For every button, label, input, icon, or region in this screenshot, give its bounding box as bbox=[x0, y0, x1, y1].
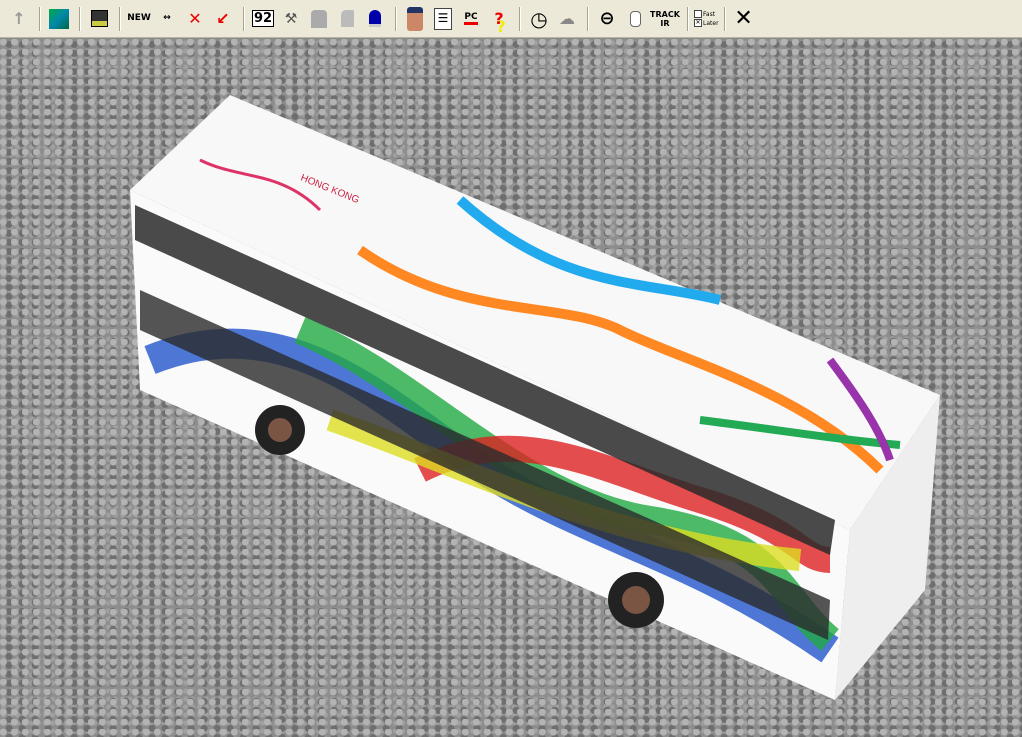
separator bbox=[395, 6, 397, 31]
pointer-button[interactable]: ↙ bbox=[210, 6, 236, 32]
close-button[interactable]: ✕ bbox=[731, 6, 757, 32]
checkbox-label: Fast bbox=[703, 10, 716, 18]
wrench-icon: ⚒ bbox=[284, 10, 298, 27]
new-vehicle-button[interactable]: NEW bbox=[126, 6, 152, 32]
trackir-icon: TRACK IR bbox=[650, 9, 680, 28]
3d-viewport[interactable]: HONG KONG bbox=[0, 39, 1022, 737]
clock-button[interactable]: ◷ bbox=[526, 6, 552, 32]
close-icon: ✕ bbox=[734, 6, 753, 31]
weather-button[interactable]: ☁ bbox=[554, 6, 580, 32]
weather-icon: ☁ bbox=[559, 9, 575, 28]
steering-wheel-icon: ⊖ bbox=[599, 8, 615, 29]
separator bbox=[243, 6, 245, 31]
steering-wheel-button[interactable]: ⊖ bbox=[594, 6, 620, 32]
separator bbox=[687, 6, 689, 31]
separator bbox=[119, 6, 121, 31]
checkbox-later[interactable]: ✕ Later bbox=[694, 19, 719, 28]
separator bbox=[587, 6, 589, 31]
number-edit-button[interactable]: 92 bbox=[250, 6, 276, 32]
pc-swap-icon: PC bbox=[464, 12, 478, 25]
separator bbox=[79, 6, 81, 31]
move-vehicle-button[interactable]: ↔ bbox=[154, 6, 180, 32]
bell-button[interactable] bbox=[362, 6, 388, 32]
mouse-icon bbox=[629, 10, 641, 27]
move-vehicle-icon: ↔ bbox=[163, 13, 171, 23]
chip-button[interactable] bbox=[306, 6, 332, 32]
separator bbox=[519, 6, 521, 31]
driver-button[interactable] bbox=[402, 6, 428, 32]
up-arrow-icon: ↑ bbox=[12, 9, 26, 28]
bell-icon bbox=[369, 10, 381, 27]
option-checkboxes: Fast ✕ Later bbox=[694, 10, 719, 28]
driver-icon bbox=[407, 6, 423, 31]
map-button[interactable] bbox=[46, 6, 72, 32]
delete-vehicle-icon: ✕ bbox=[188, 9, 202, 28]
delete-vehicle-button[interactable]: ✕ bbox=[182, 6, 208, 32]
checkbox-label: Later bbox=[703, 19, 719, 27]
pc-swap-button[interactable]: PC bbox=[458, 6, 484, 32]
new-vehicle-icon: NEW bbox=[127, 13, 151, 23]
mouse-button[interactable] bbox=[622, 6, 648, 32]
document-icon: ☰ bbox=[434, 7, 452, 30]
pointer-arrow-icon: ↙ bbox=[216, 9, 230, 28]
separator bbox=[39, 6, 41, 31]
document-button[interactable]: ☰ bbox=[430, 6, 456, 32]
wrench-button[interactable]: ⚒ bbox=[278, 6, 304, 32]
fuel-button[interactable] bbox=[334, 6, 360, 32]
number-edit-icon: 92 bbox=[251, 10, 275, 27]
trackir-button[interactable]: TRACK IR bbox=[650, 6, 680, 32]
separator bbox=[723, 6, 726, 31]
save-icon bbox=[90, 10, 108, 27]
help-arrow-icon: ? bbox=[494, 9, 504, 28]
bus-render: HONG KONG bbox=[130, 95, 940, 700]
fuel-icon bbox=[340, 10, 354, 27]
up-button[interactable]: ↑ bbox=[6, 6, 32, 32]
map-icon bbox=[49, 8, 69, 29]
toolbar: ↑ NEW ↔ ✕ ↙ 92 ⚒ ☰ PC ? ◷ ☁ ⊖ TRACK IR F… bbox=[0, 0, 1022, 38]
checkbox-fast[interactable]: Fast bbox=[694, 10, 719, 19]
clock-icon: ◷ bbox=[530, 6, 548, 31]
chip-icon bbox=[311, 9, 327, 28]
help-button[interactable]: ? bbox=[486, 6, 512, 32]
save-button[interactable] bbox=[86, 6, 112, 32]
